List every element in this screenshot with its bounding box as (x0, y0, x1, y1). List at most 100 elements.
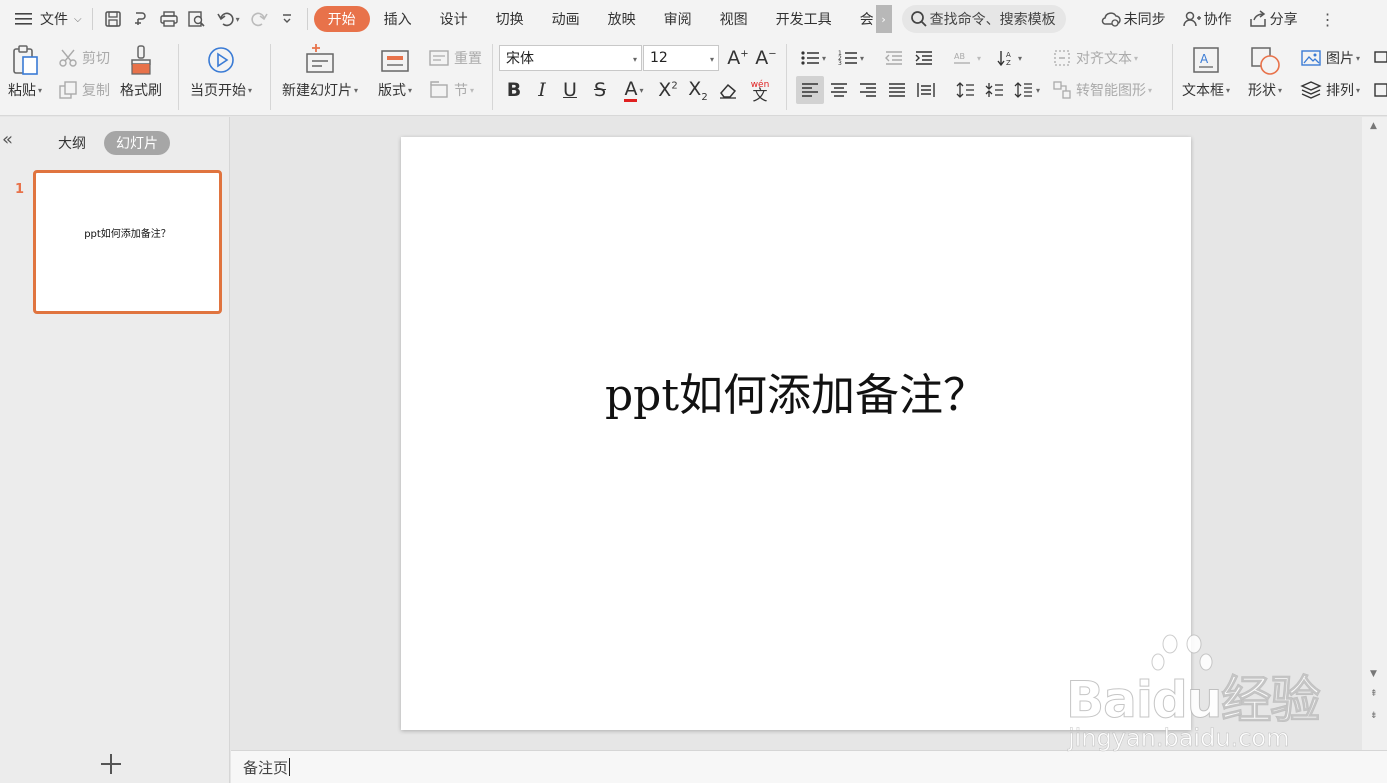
tab-slides[interactable]: 幻灯片 (104, 131, 170, 155)
reset-button[interactable]: 重置 (428, 48, 482, 68)
picture-button[interactable]: 图片 ▾ (1300, 48, 1360, 68)
copy-button[interactable]: 复制 (58, 80, 110, 100)
tab-view[interactable]: 视图 (706, 6, 762, 32)
page-up-icon[interactable]: ⇞ (1370, 689, 1378, 699)
scroll-up-icon[interactable]: ▲ (1370, 121, 1377, 131)
section-button[interactable]: 节 ▾ (428, 80, 474, 100)
chevron-down-icon: ▾ (1134, 53, 1139, 63)
phonetic-guide-button[interactable]: wén 文 (742, 76, 778, 104)
from-current-slide-button[interactable]: 当页开始 ▾ (190, 44, 252, 100)
align-right-icon (860, 83, 876, 97)
search-box[interactable]: 查找命令、搜索模板 (901, 5, 1066, 33)
decrease-indent-button[interactable] (880, 44, 908, 72)
distribute-button[interactable] (912, 76, 940, 104)
slide-title[interactable]: ppt如何添加备注？ (401, 359, 1191, 423)
convert-smartart-button[interactable]: 转智能图形 ▾ (1052, 80, 1152, 100)
sync-status-button[interactable]: 未同步 (1096, 0, 1170, 38)
add-slide-button[interactable] (98, 751, 124, 783)
save-icon (104, 11, 121, 27)
slide-panel: « 大纲 幻灯片 1 ppt如何添加备注？ (0, 117, 230, 783)
paintbrush-icon (131, 45, 151, 75)
cut-label: 剪切 (82, 51, 110, 67)
collaborate-button[interactable]: 协作 (1178, 0, 1236, 38)
increase-indent-button[interactable] (910, 44, 938, 72)
tab-design[interactable]: 设计 (426, 6, 482, 32)
file-menu[interactable]: 文件 ⌵ (10, 0, 86, 38)
more-drawing-button-2[interactable] (1372, 80, 1387, 100)
align-center-button[interactable] (825, 76, 853, 104)
align-text-label: 对齐文本 (1076, 51, 1132, 67)
tab-animation[interactable]: 动画 (538, 6, 594, 32)
superscript-button[interactable]: X2 (654, 76, 682, 104)
preview-icon (187, 11, 205, 27)
font-name-select[interactable]: 宋体 ▾ (499, 45, 642, 71)
redo-button[interactable] (245, 5, 273, 33)
format-painter-button[interactable]: 格式刷 (120, 44, 162, 100)
tab-insert[interactable]: 插入 (370, 6, 426, 32)
tab-outline[interactable]: 大纲 (46, 131, 98, 155)
align-text-button[interactable]: 对齐文本 ▾ (1052, 48, 1138, 68)
align-text-icon (1054, 50, 1070, 66)
shape-button[interactable]: 形状 ▾ (1248, 44, 1282, 100)
undo-button[interactable]: ▾ (211, 5, 245, 33)
page-down-icon[interactable]: ⇟ (1370, 711, 1378, 721)
new-slide-button[interactable]: 新建幻灯片 ▾ (282, 44, 358, 100)
more-menu-button[interactable]: ⋮ (1316, 0, 1340, 38)
font-size-select[interactable]: 12 ▾ (643, 45, 719, 71)
textbox-button[interactable]: A 文本框 ▾ (1182, 44, 1230, 100)
save-button[interactable] (99, 5, 127, 33)
underline-button[interactable]: U (556, 76, 584, 104)
from-current-label: 当页开始 (190, 83, 246, 99)
paste-button[interactable]: 粘贴 ▾ (8, 44, 42, 100)
collab-label: 协作 (1203, 12, 1232, 28)
vertical-scrollbar[interactable]: ▲ ▼ ⇞ ⇟ (1362, 117, 1387, 750)
slide-thumbnail[interactable]: ppt如何添加备注？ (33, 170, 222, 314)
spacing-options-button[interactable]: ▾ (1010, 76, 1044, 104)
font-color-button[interactable]: A ▾ (616, 76, 652, 104)
increase-font-button[interactable]: A+ (724, 44, 752, 72)
tab-review[interactable]: 审阅 (650, 6, 706, 32)
collapse-panel-icon[interactable]: « (2, 129, 13, 150)
layout-label: 版式 (378, 83, 406, 99)
tabs-scroll-right-button[interactable]: › (875, 5, 892, 33)
share-button[interactable]: 分享 (1244, 0, 1302, 38)
layout-button[interactable]: 版式 ▾ (378, 44, 412, 100)
tab-developer[interactable]: 开发工具 (762, 6, 846, 32)
scroll-down-icon[interactable]: ▼ (1370, 669, 1377, 679)
customize-toolbar-button[interactable] (273, 5, 301, 33)
clear-format-button[interactable] (714, 76, 742, 104)
customize-icon (282, 14, 291, 23)
subscript-button[interactable]: X2 (684, 76, 712, 104)
align-left-button[interactable] (796, 76, 824, 104)
text-direction-button[interactable]: AB ▾ (950, 44, 984, 72)
chevron-down-icon: ▾ (1148, 85, 1153, 95)
chevron-down-icon: ⌵ (74, 13, 82, 25)
format-painter-label: 格式刷 (120, 83, 162, 99)
cut-button[interactable]: 剪切 (58, 48, 110, 68)
italic-button[interactable]: I (528, 76, 556, 104)
output-pdf-button[interactable] (127, 5, 155, 33)
scissors-icon (59, 49, 77, 67)
arrange-button[interactable]: 排列 ▾ (1300, 80, 1360, 100)
tab-slideshow[interactable]: 放映 (594, 6, 650, 32)
more-drawing-button[interactable] (1372, 48, 1387, 68)
bullet-list-button[interactable]: ▾ (796, 44, 830, 72)
line-spacing-button[interactable] (952, 76, 980, 104)
tab-transition[interactable]: 切换 (482, 6, 538, 32)
chevron-down-icon: ▾ (470, 85, 475, 95)
align-right-button[interactable] (854, 76, 882, 104)
print-button[interactable] (155, 5, 183, 33)
print-preview-button[interactable] (183, 5, 211, 33)
paragraph-spacing-button[interactable] (981, 76, 1009, 104)
numbered-list-button[interactable]: 123 ▾ (834, 44, 868, 72)
tab-member[interactable]: 会 (846, 6, 876, 32)
undo-icon (216, 12, 234, 27)
chevron-down-icon: ▾ (821, 53, 826, 63)
decrease-font-button[interactable]: A− (752, 44, 780, 72)
bold-button[interactable]: B (500, 76, 528, 104)
sort-button[interactable]: AZ ▾ (992, 44, 1026, 72)
justify-button[interactable] (883, 76, 911, 104)
tab-home[interactable]: 开始 (313, 6, 370, 32)
shapes-icon (1251, 47, 1280, 75)
strikethrough-button[interactable]: S (586, 76, 614, 104)
